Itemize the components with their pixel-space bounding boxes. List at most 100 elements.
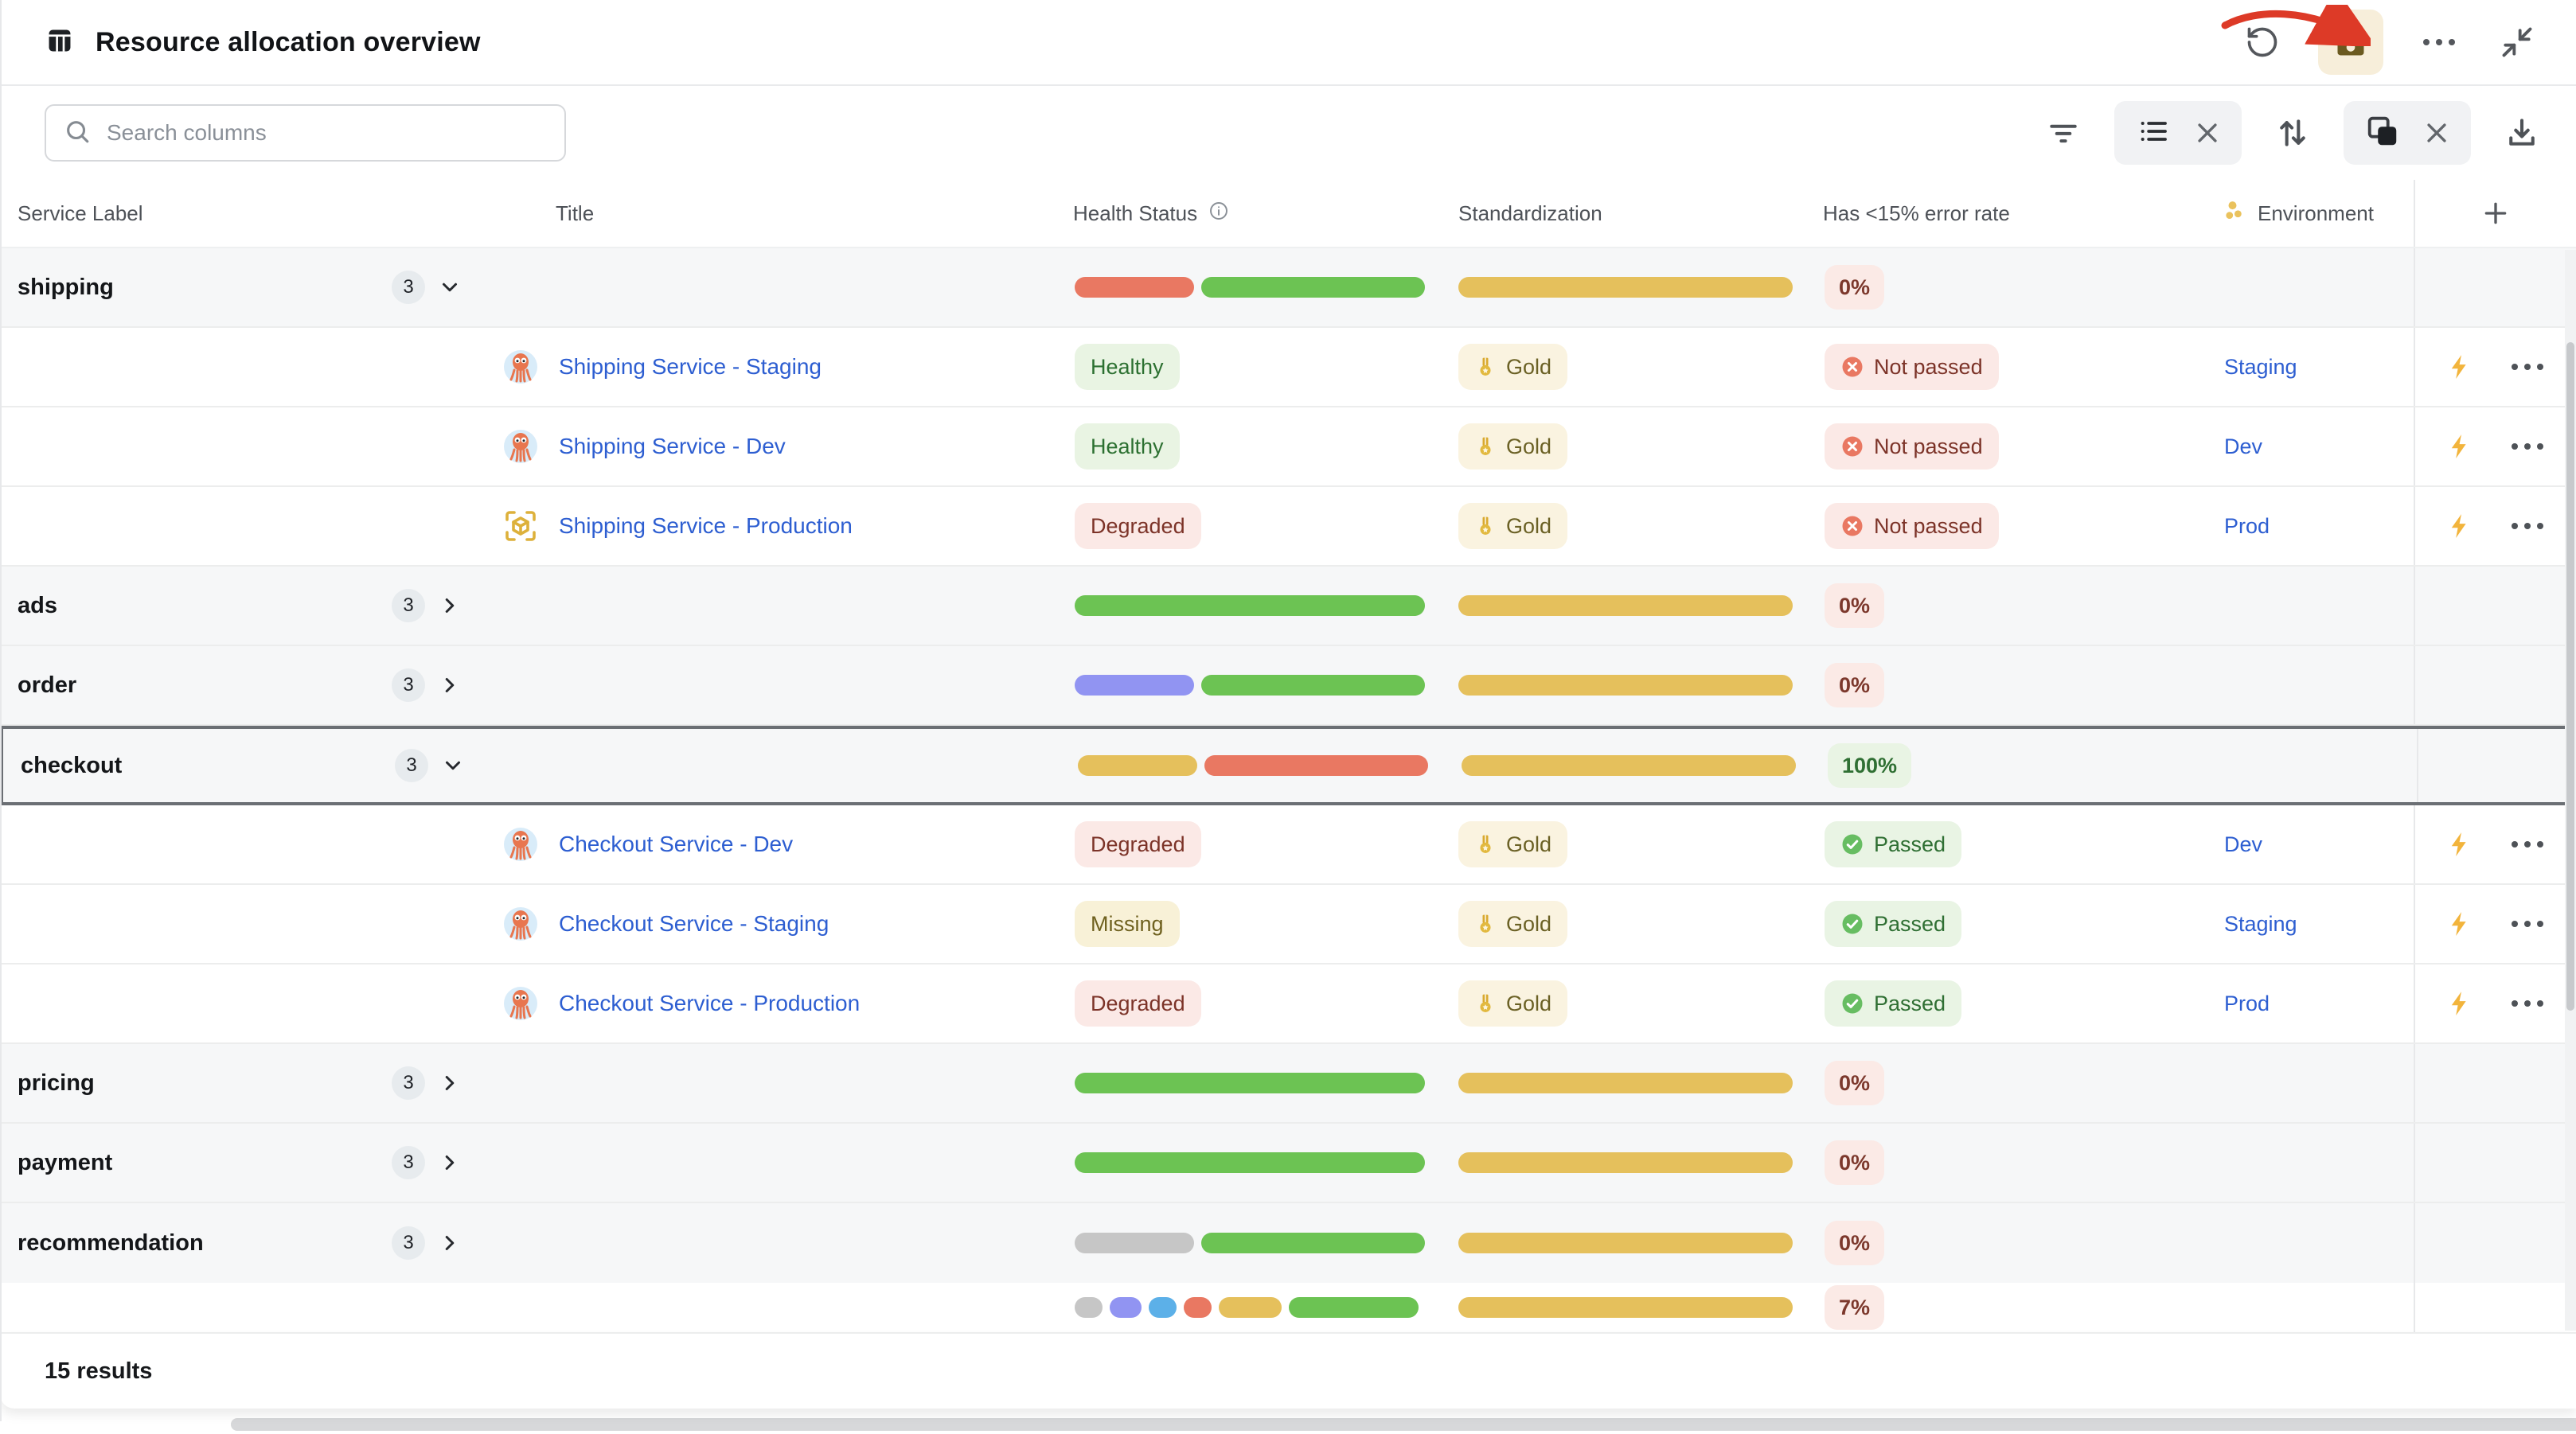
chevron-right-icon[interactable] — [438, 673, 462, 697]
error-rate-badge: 0% — [1825, 1061, 1884, 1105]
service-title-link[interactable]: Checkout Service - Staging — [559, 911, 829, 937]
environment-link[interactable]: Prod — [2224, 514, 2270, 539]
group-label: shipping — [18, 275, 114, 301]
group-row-checkout[interactable]: checkout3100% — [0, 726, 2576, 805]
list-view-chip[interactable] — [2114, 101, 2242, 165]
group-row-payment[interactable]: payment30% — [0, 1124, 2576, 1203]
row-menu-button[interactable] — [2510, 362, 2545, 372]
health-status-badge: Missing — [1075, 901, 1180, 947]
row-menu-button[interactable] — [2510, 919, 2545, 929]
row-menu-button[interactable] — [2510, 521, 2545, 531]
vertical-scrollbar-thumb[interactable] — [2566, 342, 2574, 1011]
health-status-bar — [1078, 755, 1428, 776]
list-icon — [2135, 115, 2172, 151]
service-row-checkout-dev[interactable]: Checkout Service - DevDegradedGoldPassed… — [0, 805, 2576, 885]
health-status-bar — [1075, 1152, 1425, 1173]
grouping-chip[interactable] — [2344, 101, 2471, 165]
add-column-button[interactable] — [2480, 197, 2512, 229]
service-row-shipping-production[interactable]: Shipping Service - ProductionDegradedGol… — [0, 487, 2576, 567]
environment-link[interactable]: Prod — [2224, 992, 2270, 1016]
package-scan-icon — [503, 509, 538, 544]
service-row-checkout-production[interactable]: Checkout Service - ProductionDegradedGol… — [0, 964, 2576, 1044]
environment-link[interactable]: Staging — [2224, 355, 2297, 380]
chevron-down-icon[interactable] — [438, 275, 462, 299]
service-title-link[interactable]: Shipping Service - Production — [559, 513, 853, 539]
collapse-button[interactable] — [2495, 20, 2539, 64]
group-label: pricing — [18, 1070, 95, 1097]
environment-link[interactable]: Staging — [2224, 912, 2297, 937]
health-status-badge: Degraded — [1075, 503, 1201, 549]
squid-icon — [503, 906, 538, 941]
standardization-bar — [1458, 1152, 1793, 1173]
quick-action-lightning-button[interactable] — [2446, 831, 2473, 858]
col-header-health-status[interactable]: Health Status — [1043, 180, 1433, 247]
service-row-shipping-staging[interactable]: Shipping Service - StagingHealthyGoldNot… — [0, 328, 2576, 407]
quick-action-lightning-button[interactable] — [2446, 990, 2473, 1017]
col-header-service-label[interactable]: Service Label — [0, 180, 478, 247]
environment-link[interactable]: Dev — [2224, 832, 2262, 857]
count-badge: 3 — [392, 668, 425, 702]
more-options-button[interactable] — [2417, 20, 2461, 64]
col-header-error-rate[interactable]: Has <15% error rate — [1807, 180, 2197, 247]
chevron-down-icon[interactable] — [441, 754, 465, 777]
clear-list-view-button[interactable] — [2194, 119, 2221, 146]
search-columns-input[interactable] — [45, 104, 566, 162]
search-input[interactable] — [105, 119, 547, 146]
group-label: recommendation — [18, 1230, 204, 1257]
service-title-link[interactable]: Shipping Service - Dev — [559, 434, 786, 459]
group-row-shipping[interactable]: shipping30% — [0, 248, 2576, 328]
environment-link[interactable]: Dev — [2224, 434, 2262, 459]
col-header-title[interactable]: Title — [478, 180, 1043, 247]
download-button[interactable] — [2500, 111, 2544, 155]
service-title-link[interactable]: Checkout Service - Dev — [559, 832, 793, 857]
clear-grouping-button[interactable] — [2423, 119, 2450, 146]
quick-action-lightning-button[interactable] — [2446, 910, 2473, 937]
standardization-bar — [1458, 277, 1793, 298]
red-arrow-annotation — [2219, 5, 2371, 46]
group-label: checkout — [21, 753, 122, 779]
chevron-right-icon[interactable] — [438, 594, 462, 618]
service-row-shipping-dev[interactable]: Shipping Service - DevHealthyGoldNot pas… — [0, 407, 2576, 487]
title-bar: Resource allocation overview — [0, 0, 2576, 86]
group-row-order[interactable]: order30% — [0, 646, 2576, 726]
table-header-row: Service Label Title Health Status Standa… — [0, 180, 2576, 248]
row-menu-button[interactable] — [2510, 442, 2545, 451]
standardization-bar — [1462, 755, 1796, 776]
col-header-environment[interactable]: Environment — [2197, 180, 2414, 247]
quick-action-lightning-button[interactable] — [2446, 512, 2473, 540]
group-label: ads — [18, 593, 57, 619]
group-row-ads[interactable]: ads30% — [0, 567, 2576, 646]
count-badge: 3 — [392, 271, 425, 304]
error-rate-badge: 0% — [1825, 583, 1884, 628]
error-check-badge: Not passed — [1825, 503, 1999, 549]
group-row-recommendation[interactable]: recommendation30% — [0, 1203, 2576, 1283]
info-icon[interactable] — [1208, 201, 1229, 227]
service-row-checkout-staging[interactable]: Checkout Service - StagingMissingGoldPas… — [0, 885, 2576, 964]
service-title-link[interactable]: Shipping Service - Staging — [559, 354, 822, 380]
quick-action-lightning-button[interactable] — [2446, 433, 2473, 460]
standardization-bar — [1458, 1233, 1793, 1253]
chevron-right-icon[interactable] — [438, 1231, 462, 1255]
error-check-badge: Passed — [1825, 901, 1961, 947]
col-header-standardization[interactable]: Standardization — [1433, 180, 1807, 247]
row-menu-button[interactable] — [2510, 840, 2545, 849]
chevron-right-icon[interactable] — [438, 1151, 462, 1175]
error-check-badge: Passed — [1825, 980, 1961, 1027]
service-title-link[interactable]: Checkout Service - Production — [559, 991, 860, 1016]
filter-button[interactable] — [2041, 111, 2086, 155]
layers-icon — [2364, 113, 2401, 154]
squid-icon — [503, 429, 538, 464]
standardization-bar — [1458, 1297, 1793, 1318]
horizontal-scrollbar[interactable] — [231, 1418, 2576, 1431]
group-row-pricing[interactable]: pricing30% — [0, 1044, 2576, 1124]
resource-allocation-panel: Resource allocation overview — [0, 0, 2576, 1434]
row-menu-button[interactable] — [2510, 999, 2545, 1008]
standardization-bar — [1458, 675, 1793, 696]
panel-left-border — [0, 0, 2, 1421]
chevron-right-icon[interactable] — [438, 1071, 462, 1095]
sort-button[interactable] — [2270, 111, 2315, 155]
summary-row[interactable]: 7% — [0, 1283, 2576, 1332]
standardization-badge: Gold — [1458, 423, 1567, 470]
health-status-badge: Degraded — [1075, 980, 1201, 1027]
quick-action-lightning-button[interactable] — [2446, 353, 2473, 380]
